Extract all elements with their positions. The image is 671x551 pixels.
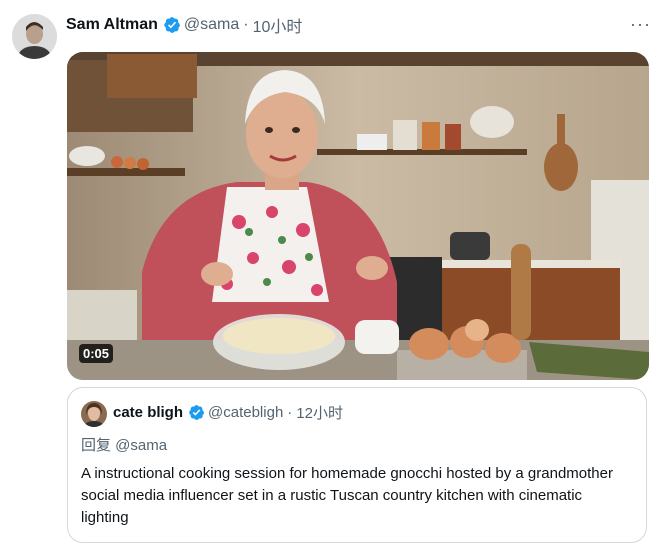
author-handle[interactable]: @sama bbox=[184, 16, 239, 34]
quoted-tweet-text: A instructional cooking session for home… bbox=[81, 465, 613, 526]
reply-context: 回复 @sama bbox=[81, 437, 168, 454]
tweet-header: Sam Altman @sama · 10小时 bbox=[66, 14, 302, 36]
author-name[interactable]: Sam Altman bbox=[66, 16, 158, 34]
video-player[interactable] bbox=[67, 52, 649, 380]
quoted-tweet-timestamp[interactable]: 12小时 bbox=[296, 402, 343, 423]
more-options-icon[interactable]: ··· bbox=[630, 14, 651, 35]
verified-badge-icon bbox=[188, 404, 205, 421]
meta-separator: · bbox=[243, 16, 249, 33]
video-duration-badge: 0:05 bbox=[79, 344, 114, 363]
tweet-timestamp[interactable]: 10小时 bbox=[253, 13, 303, 37]
meta-separator: · bbox=[287, 404, 293, 421]
author-avatar[interactable] bbox=[12, 14, 57, 59]
quoted-author-name[interactable]: cate bligh bbox=[113, 404, 183, 421]
quoted-tweet-header: cate bligh @catebligh · 12小时 bbox=[113, 402, 343, 423]
quoted-author-avatar[interactable] bbox=[81, 401, 107, 427]
verified-badge-icon bbox=[163, 16, 181, 34]
quoted-author-handle[interactable]: @catebligh bbox=[208, 404, 283, 421]
quoted-tweet-card[interactable]: cate bligh @catebligh · 12小时 回复 @sama A … bbox=[67, 387, 647, 543]
